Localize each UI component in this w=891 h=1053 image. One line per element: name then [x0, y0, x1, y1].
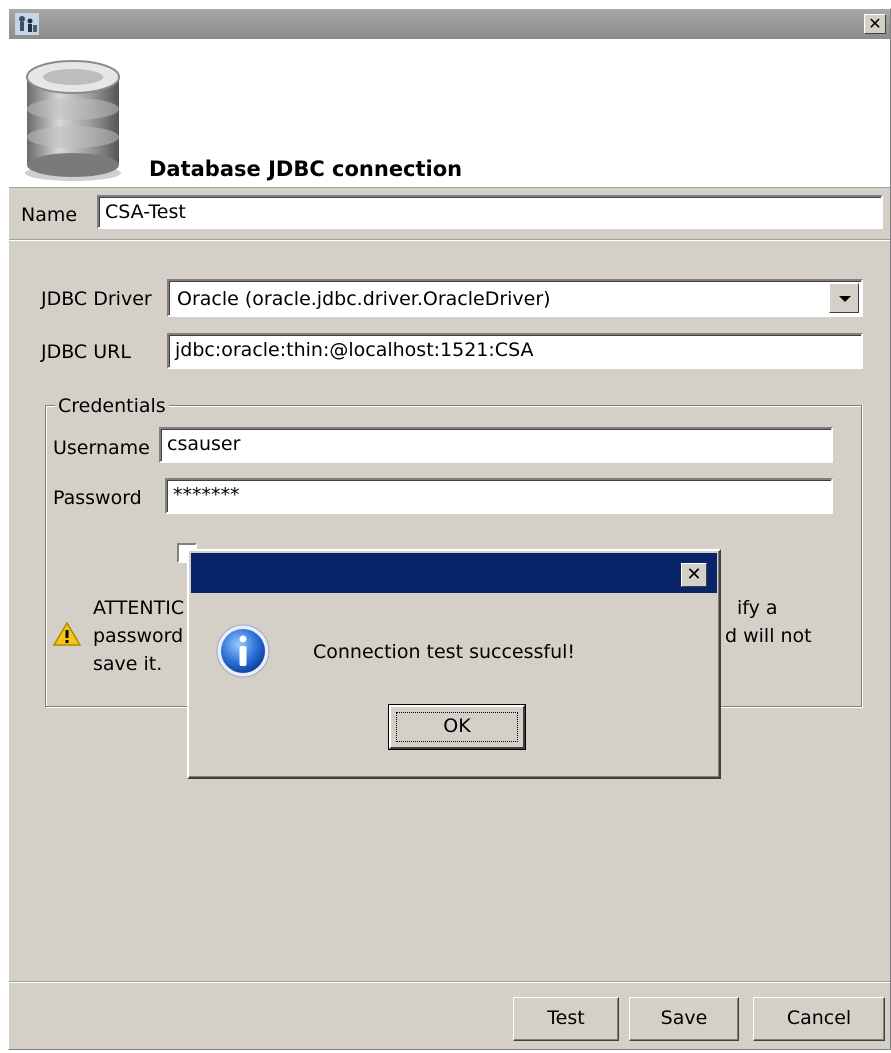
- jdbc-driver-select[interactable]: Oracle (oracle.jdbc.driver.OracleDriver): [167, 279, 863, 317]
- header-panel: Database JDBC connection: [9, 39, 890, 188]
- focus-rectangle: [396, 712, 518, 742]
- name-label: Name: [21, 204, 78, 226]
- dialog-title: Database JDBC connection: [149, 157, 463, 181]
- jdbc-connection-window: ✕ Database JDBC connection Name CSA-Test…: [8, 8, 891, 1050]
- message-close-button[interactable]: ✕: [681, 563, 707, 587]
- password-field[interactable]: *******: [165, 478, 833, 514]
- save-button[interactable]: Save: [629, 997, 739, 1041]
- warning-text-line1: ATTENTIC: [93, 597, 185, 619]
- test-button[interactable]: Test: [513, 997, 619, 1041]
- credentials-legend: Credentials: [55, 395, 169, 417]
- button-bar-divider: [9, 981, 890, 983]
- close-icon: ✕: [686, 564, 702, 585]
- database-icon: [25, 60, 121, 181]
- chevron-down-icon[interactable]: [829, 283, 859, 313]
- warning-text-line1-right: ify a: [737, 597, 778, 619]
- name-field[interactable]: CSA-Test: [97, 195, 883, 229]
- username-label: Username: [53, 437, 150, 459]
- warning-text-line3: save it.: [93, 653, 163, 675]
- message-dialog: ✕ Connection test successful! OK: [187, 549, 721, 779]
- window-titlebar[interactable]: ✕: [9, 9, 890, 39]
- warning-icon: [53, 621, 81, 646]
- app-icon: [15, 13, 39, 35]
- message-text: Connection test successful!: [313, 641, 576, 663]
- divider: [9, 239, 890, 241]
- window-close-button[interactable]: ✕: [864, 14, 886, 34]
- username-field[interactable]: csauser: [159, 427, 833, 463]
- warning-text-line2: password: [93, 625, 184, 647]
- jdbc-driver-label: JDBC Driver: [41, 288, 152, 310]
- close-icon: ✕: [868, 14, 882, 33]
- jdbc-driver-selected-value: Oracle (oracle.jdbc.driver.OracleDriver): [177, 288, 551, 310]
- info-icon: [216, 624, 270, 678]
- message-dialog-titlebar[interactable]: ✕: [191, 553, 717, 593]
- jdbc-url-label: JDBC URL: [41, 341, 131, 363]
- password-label: Password: [53, 487, 142, 509]
- ok-button[interactable]: OK: [388, 704, 526, 750]
- warning-text-line2-right: d will not: [725, 625, 812, 647]
- cancel-button[interactable]: Cancel: [753, 997, 885, 1041]
- jdbc-url-field[interactable]: jdbc:oracle:thin:@localhost:1521:CSA: [167, 333, 863, 369]
